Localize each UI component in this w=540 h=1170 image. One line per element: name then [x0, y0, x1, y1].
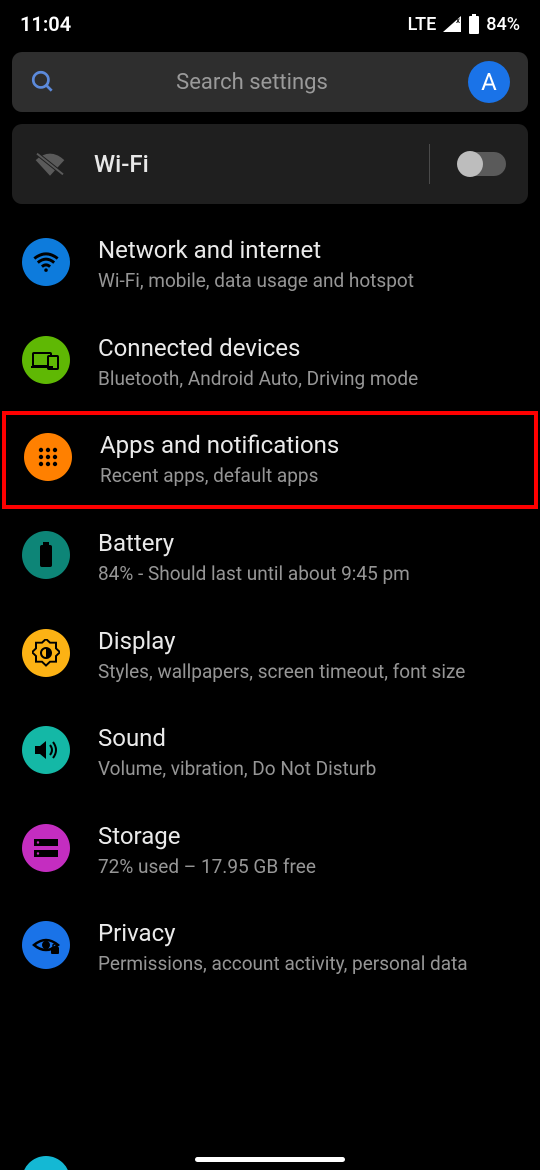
- wifi-quick-card[interactable]: Wi-Fi: [12, 124, 528, 204]
- item-title: Battery: [98, 529, 518, 557]
- svg-text:x: x: [456, 16, 460, 25]
- settings-item-apps[interactable]: Apps and notifications Recent apps, defa…: [6, 415, 534, 505]
- item-subtitle: Wi-Fi, mobile, data usage and hotspot: [98, 268, 518, 294]
- search-icon: [30, 69, 56, 95]
- network-type: LTE: [408, 14, 437, 35]
- home-indicator[interactable]: [195, 1157, 345, 1162]
- settings-item-battery[interactable]: Battery 84% - Should last until about 9:…: [0, 509, 540, 607]
- item-subtitle: Recent apps, default apps: [100, 463, 516, 489]
- privacy-icon: [22, 921, 70, 969]
- status-time: 11:04: [20, 12, 71, 36]
- item-subtitle: 84% - Should last until about 9:45 pm: [98, 561, 518, 587]
- item-title: Sound: [98, 724, 518, 752]
- item-subtitle: Bluetooth, Android Auto, Driving mode: [98, 366, 518, 392]
- brightness-icon: [22, 629, 70, 677]
- settings-item-network[interactable]: Network and internet Wi-Fi, mobile, data…: [0, 216, 540, 314]
- location-icon: [22, 1156, 70, 1170]
- signal-icon: x: [442, 15, 462, 33]
- item-subtitle: 72% used – 17.95 GB free: [98, 854, 518, 880]
- battery-icon: [468, 14, 480, 34]
- wifi-icon: [22, 238, 70, 286]
- search-bar[interactable]: Search settings A: [12, 52, 528, 112]
- toggle-knob: [457, 151, 483, 177]
- divider: [429, 144, 430, 184]
- settings-item-sound[interactable]: Sound Volume, vibration, Do Not Disturb: [0, 704, 540, 802]
- settings-item-display[interactable]: Display Styles, wallpapers, screen timeo…: [0, 607, 540, 705]
- apps-icon: [24, 433, 72, 481]
- settings-item-connected-devices[interactable]: Connected devices Bluetooth, Android Aut…: [0, 314, 540, 412]
- wifi-label: Wi-Fi: [94, 150, 401, 178]
- status-bar: 11:04 LTE x 84%: [0, 0, 540, 44]
- avatar-letter: A: [481, 68, 497, 96]
- settings-item-partial[interactable]: [0, 1142, 540, 1170]
- devices-icon: [22, 336, 70, 384]
- item-subtitle: Permissions, account activity, personal …: [98, 951, 518, 977]
- highlight-annotation: Apps and notifications Recent apps, defa…: [2, 411, 538, 509]
- storage-icon: [22, 824, 70, 872]
- item-title: Storage: [98, 822, 518, 850]
- item-title: Network and internet: [98, 236, 518, 264]
- battery-percent: 84%: [486, 14, 520, 35]
- sound-icon: [22, 726, 70, 774]
- settings-item-storage[interactable]: Storage 72% used – 17.95 GB free: [0, 802, 540, 900]
- wifi-off-icon: [34, 151, 66, 177]
- wifi-toggle[interactable]: [458, 152, 506, 176]
- search-placeholder: Search settings: [56, 70, 448, 95]
- item-subtitle: Volume, vibration, Do Not Disturb: [98, 756, 518, 782]
- item-subtitle: Styles, wallpapers, screen timeout, font…: [98, 659, 518, 685]
- item-title: Display: [98, 627, 518, 655]
- status-right: LTE x 84%: [408, 14, 520, 35]
- avatar[interactable]: A: [468, 61, 510, 103]
- settings-item-privacy[interactable]: Privacy Permissions, account activity, p…: [0, 899, 540, 997]
- item-title: Privacy: [98, 919, 518, 947]
- item-title: Apps and notifications: [100, 431, 516, 459]
- battery-icon: [22, 531, 70, 579]
- item-title: Connected devices: [98, 334, 518, 362]
